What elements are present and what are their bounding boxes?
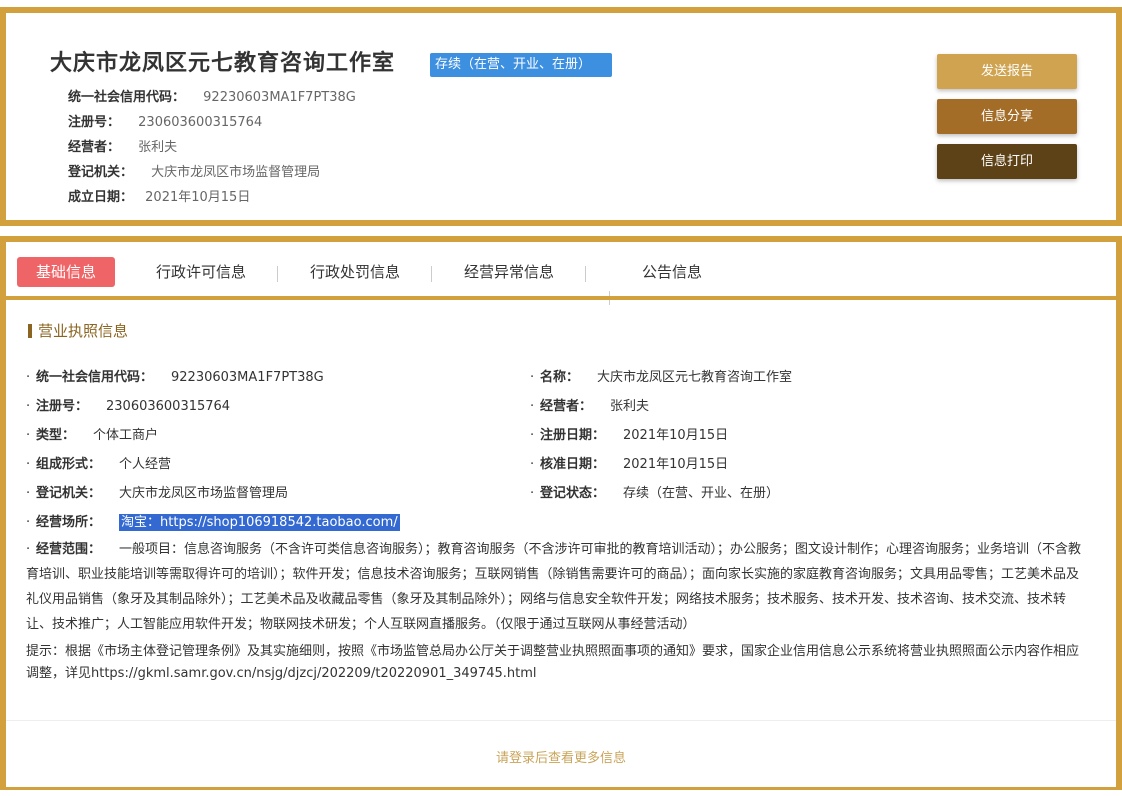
- header-reg-no-label: 注册号：: [68, 115, 121, 130]
- field-reg-no: · 注册号： 230603600315764: [26, 395, 230, 414]
- field-value: 张利夫: [610, 399, 650, 414]
- field-name: · 名称： 大庆市龙凤区元七教育咨询工作室: [530, 366, 792, 385]
- field-value: 92230603MA1F7PT38G: [171, 370, 324, 385]
- field-credit-code: · 统一社会信用代码： 92230603MA1F7PT38G: [26, 366, 324, 385]
- header-authority: 登记机关： 大庆市龙凤区市场监督管理局: [68, 161, 320, 180]
- bullet-icon: ·: [26, 399, 31, 414]
- section-title: 营业执照信息: [28, 324, 128, 339]
- field-reg-date: · 注册日期： 2021年10月15日: [530, 424, 728, 443]
- tab-separator: [431, 266, 432, 282]
- bullet-icon: ·: [530, 399, 535, 414]
- field-value: 个人经营: [119, 457, 172, 472]
- header-established: 成立日期： 2021年10月15日: [68, 186, 250, 205]
- field-value: 230603600315764: [106, 399, 231, 414]
- bullet-icon: ·: [26, 428, 31, 443]
- field-label: 登记机关：: [36, 486, 102, 501]
- tab-admin-license[interactable]: 行政许可信息: [156, 257, 246, 287]
- bullet-icon: ·: [530, 370, 535, 385]
- bullet-icon: ·: [26, 515, 31, 530]
- field-type: · 类型： 个体工商户: [26, 424, 158, 443]
- company-header-panel: 大庆市龙凤区元七教育咨询工作室 存续（在营、开业、在册） 统一社会信用代码： 9…: [0, 7, 1122, 226]
- premises-link[interactable]: 淘宝：https://shop106918542.taobao.com/: [119, 514, 400, 531]
- tab-bar-border: [6, 296, 1116, 300]
- field-label: 统一社会信用代码：: [36, 370, 154, 385]
- field-value: 2021年10月15日: [623, 428, 729, 443]
- field-label: 类型：: [36, 428, 76, 443]
- field-value: 大庆市龙凤区市场监督管理局: [119, 486, 289, 501]
- business-scope-label: 经营范围：: [36, 542, 102, 557]
- field-authority: · 登记机关： 大庆市龙凤区市场监督管理局: [26, 482, 288, 501]
- field-label: 组成形式：: [36, 457, 102, 472]
- field-composition: · 组成形式： 个人经营: [26, 453, 171, 472]
- tab-announcements[interactable]: 公告信息: [642, 257, 702, 287]
- field-premises: · 经营场所： 淘宝：https://shop106918542.taobao.co…: [26, 511, 400, 531]
- bullet-icon: ·: [530, 428, 535, 443]
- business-scope: · 经营范围： 一般项目：信息咨询服务（不含许可类信息咨询服务）；教育咨询服务（不含…: [26, 537, 1086, 637]
- divider: [6, 720, 1116, 721]
- field-reg-status: · 登记状态： 存续（在营、开业、在册）: [530, 482, 779, 501]
- field-value: 2021年10月15日: [623, 457, 729, 472]
- header-credit-code: 统一社会信用代码： 92230603MA1F7PT38G: [68, 86, 356, 105]
- field-operator: · 经营者： 张利夫: [530, 395, 649, 414]
- header-credit-code-value: 92230603MA1F7PT38G: [203, 90, 356, 105]
- business-scope-value: 一般项目：信息咨询服务（不含许可类信息咨询服务）；教育咨询服务（不含涉许可审批的…: [26, 542, 1082, 632]
- notice-text: 提示：根据《市场主体登记管理条例》及其实施细则，按照《市场监管总局办公厅关于调整…: [26, 644, 1080, 681]
- tab-admin-penalty[interactable]: 行政处罚信息: [310, 257, 400, 287]
- tab-separator: [585, 266, 586, 282]
- status-badge: 存续（在营、开业、在册）: [430, 53, 612, 77]
- header-operator: 经营者： 张利夫: [68, 136, 177, 155]
- field-approval-date: · 核准日期： 2021年10月15日: [530, 453, 728, 472]
- tab-abnormal-operation[interactable]: 经营异常信息: [464, 257, 554, 287]
- detail-panel: 基础信息 行政许可信息 行政处罚信息 经营异常信息 公告信息 营业执照信息 · 统…: [0, 236, 1122, 790]
- send-report-button[interactable]: 发送报告: [937, 54, 1077, 89]
- header-credit-code-label: 统一社会信用代码：: [68, 90, 186, 105]
- bullet-icon: ·: [530, 457, 535, 472]
- field-value: 大庆市龙凤区元七教育咨询工作室: [597, 370, 793, 385]
- field-label: 核准日期：: [540, 457, 606, 472]
- login-for-more-link[interactable]: 请登录后查看更多信息: [6, 747, 1116, 766]
- header-operator-value: 张利夫: [138, 140, 178, 155]
- bullet-icon: ·: [26, 457, 31, 472]
- header-reg-no: 注册号： 230603600315764: [68, 111, 262, 130]
- field-label: 登记状态：: [540, 486, 606, 501]
- tab-bar: 基础信息 行政许可信息 行政处罚信息 经营异常信息 公告信息: [6, 242, 1116, 305]
- header-authority-label: 登记机关：: [68, 165, 134, 180]
- header-operator-label: 经营者：: [68, 140, 121, 155]
- field-value: 存续（在营、开业、在册）: [623, 486, 780, 501]
- field-label: 注册号：: [36, 399, 89, 414]
- bullet-icon: ·: [530, 486, 535, 501]
- header-reg-no-value: 230603600315764: [138, 115, 263, 130]
- header-established-value: 2021年10月15日: [145, 190, 251, 205]
- field-label: 注册日期：: [540, 428, 606, 443]
- bullet-icon: ·: [26, 370, 31, 385]
- field-label: 名称：: [540, 370, 580, 385]
- bullet-icon: ·: [26, 542, 31, 557]
- header-authority-value: 大庆市龙凤区市场监督管理局: [151, 165, 321, 180]
- bullet-icon: ·: [26, 486, 31, 501]
- field-label: 经营者：: [540, 399, 593, 414]
- field-label: 经营场所：: [36, 515, 102, 530]
- share-info-button[interactable]: 信息分享: [937, 99, 1077, 134]
- field-value: 个体工商户: [93, 428, 159, 443]
- print-info-button[interactable]: 信息打印: [937, 144, 1077, 179]
- company-name: 大庆市龙凤区元七教育咨询工作室: [50, 51, 396, 76]
- tab-separator: [277, 266, 278, 282]
- header-established-label: 成立日期：: [68, 190, 134, 205]
- tab-basic-info[interactable]: 基础信息: [17, 257, 115, 287]
